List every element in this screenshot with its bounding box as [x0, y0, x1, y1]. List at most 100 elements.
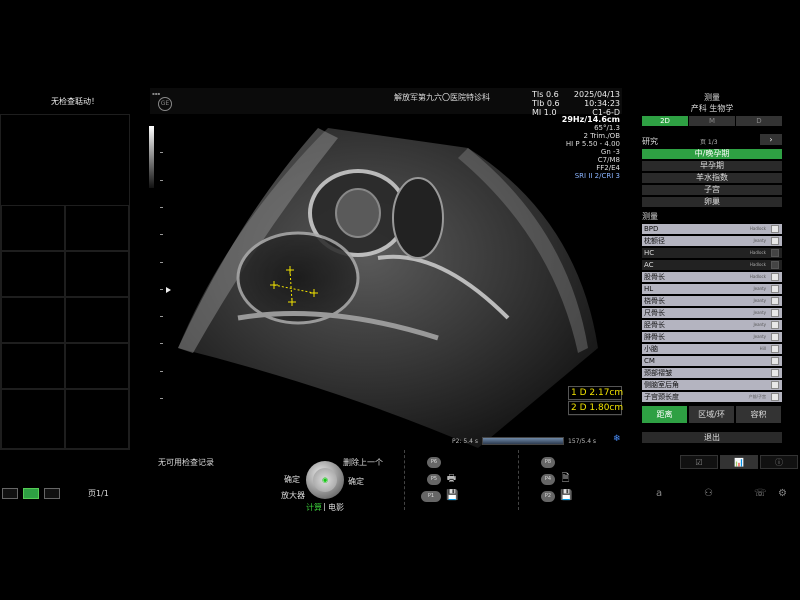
measure-checkbox[interactable]: [771, 297, 779, 305]
delete-prev-label[interactable]: 删除上一个: [343, 457, 383, 468]
p2-button[interactable]: P2: [541, 491, 555, 502]
calc-label[interactable]: 计算: [306, 502, 322, 513]
ultrasound-image[interactable]: [178, 128, 598, 448]
cine-scrollbar[interactable]: [482, 437, 564, 445]
measure-item-ac[interactable]: AC Hadlock: [642, 260, 782, 270]
patient-icon[interactable]: ⚇: [704, 488, 713, 499]
tab-d[interactable]: D: [736, 116, 782, 126]
cine-end: 157/5.4 s: [568, 438, 597, 445]
measure-checkbox[interactable]: [771, 333, 779, 341]
dual-view-button[interactable]: [23, 488, 39, 499]
save-icon[interactable]: 💾: [560, 490, 572, 501]
bottom-tabs: ☑ 📊 ⓘ: [680, 455, 799, 469]
measure-checkbox[interactable]: [771, 285, 779, 293]
measure-checkbox[interactable]: [771, 237, 779, 245]
measure-author: Jeanty: [753, 238, 766, 243]
page-indicator: 页1/1: [88, 489, 109, 498]
tab-m[interactable]: M: [689, 116, 735, 126]
measure-item-hc[interactable]: HC Hadlock: [642, 248, 782, 258]
volume-tool-button[interactable]: 容积: [736, 406, 781, 423]
save-icon[interactable]: 💾: [446, 490, 458, 501]
settings-icon[interactable]: ⚙: [778, 488, 787, 499]
measure-item[interactable]: 颈部褶皱: [642, 368, 782, 378]
cine-label[interactable]: 电影: [328, 502, 344, 513]
measure-item[interactable]: 桡骨长 Jeanty: [642, 296, 782, 306]
chart-icon[interactable]: 📊: [720, 455, 758, 469]
distance-tool-button[interactable]: 距离: [642, 406, 687, 423]
magnifier-label[interactable]: 放大器: [281, 490, 305, 501]
document-icon[interactable]: 🗎: [560, 473, 571, 484]
measure-author: Hadlock: [749, 262, 766, 267]
info-icon[interactable]: ⓘ: [760, 455, 798, 469]
p4-button[interactable]: P4: [541, 474, 555, 485]
p6-button[interactable]: P6: [427, 457, 441, 468]
measure-item[interactable]: 小脑 Hill: [642, 344, 782, 354]
study-item[interactable]: 卵巢: [642, 197, 782, 207]
voluson-logo: ▪▪▪ GE: [152, 91, 178, 111]
annotation-icon[interactable]: a: [656, 488, 662, 499]
depth-tick: [160, 398, 163, 399]
print-icon[interactable]: 🖶: [446, 473, 457, 484]
measure-item[interactable]: 腓骨长 Jeanty: [642, 332, 782, 342]
quad-view-button[interactable]: [44, 488, 60, 499]
measure-checkbox[interactable]: [771, 273, 779, 281]
measure-label: HC: [644, 249, 655, 257]
single-view-button[interactable]: [2, 488, 18, 499]
checklist-icon[interactable]: ☑: [680, 455, 718, 469]
logo-mark: ▪▪▪: [152, 91, 161, 96]
measure-item[interactable]: 枕额径 Jeanty: [642, 236, 782, 246]
thumbnail-cell[interactable]: [65, 389, 129, 449]
p1-button[interactable]: P1: [421, 491, 441, 502]
measure-checkbox[interactable]: [771, 357, 779, 365]
measure-item[interactable]: 尺骨长 Jeanty: [642, 308, 782, 318]
exit-button[interactable]: 退出: [642, 432, 782, 443]
mode-tabs: 2D M D: [642, 116, 782, 126]
study-item[interactable]: 早孕期: [642, 161, 782, 171]
measure-checkbox[interactable]: [771, 369, 779, 377]
p8-button[interactable]: P8: [541, 457, 555, 468]
measure-author: Jeanty: [753, 286, 766, 291]
thumbnail-cell[interactable]: [1, 343, 65, 389]
thumbnail-cell[interactable]: [1, 297, 65, 343]
measure-checkbox[interactable]: [771, 249, 779, 257]
measure-checkbox[interactable]: [771, 261, 779, 269]
measure-author: Jeanty: [753, 322, 766, 327]
confirm-right-label[interactable]: 确定: [348, 476, 364, 487]
tab-2d[interactable]: 2D: [642, 116, 688, 126]
measure-item[interactable]: 胫骨长 Jeanty: [642, 320, 782, 330]
measure-checkbox[interactable]: [771, 345, 779, 353]
measure-item[interactable]: 侧脑室后角: [642, 380, 782, 390]
measure-item[interactable]: 股骨长 Hadlock: [642, 272, 782, 282]
trackball-center[interactable]: ◉: [313, 468, 337, 492]
thumbnail-cell[interactable]: [1, 205, 65, 251]
study-item[interactable]: 子宫: [642, 185, 782, 195]
measure-checkbox[interactable]: [771, 393, 779, 401]
fetal-structure: [392, 177, 444, 259]
thumbnail-cell[interactable]: [65, 205, 129, 251]
confirm-left-label[interactable]: 确定: [284, 474, 300, 485]
thumbnail-cell[interactable]: [1, 389, 65, 449]
p5-button[interactable]: P5: [427, 474, 441, 485]
area-tool-button[interactable]: 区域/环: [689, 406, 734, 423]
next-page-button[interactable]: ›: [760, 134, 782, 145]
measure-checkbox[interactable]: [771, 309, 779, 317]
measure-checkbox[interactable]: [771, 381, 779, 389]
measure-item[interactable]: 子宫颈长度 产前/子宫: [642, 392, 782, 402]
thumbnail-cell[interactable]: [65, 251, 129, 297]
measure-item-bpd[interactable]: BPD Hadlock: [642, 224, 782, 234]
thumbnail-cell[interactable]: [65, 297, 129, 343]
measure-checkbox[interactable]: [771, 225, 779, 233]
measure-item-hl[interactable]: HL Jeanty: [642, 284, 782, 294]
study-page-indicator: 页 1/3: [700, 139, 718, 146]
mi-value: MI 1.0: [532, 108, 557, 117]
network-icon[interactable]: ☏: [754, 488, 767, 499]
depth-tick: [160, 262, 163, 263]
thumbnail-cell[interactable]: [1, 251, 65, 297]
freeze-snowflake-icon[interactable]: ❄: [613, 434, 621, 444]
measure-checkbox[interactable]: [771, 321, 779, 329]
study-item[interactable]: 中/晚孕期: [642, 149, 782, 159]
fetal-orbit: [335, 188, 381, 238]
study-item[interactable]: 羊水指数: [642, 173, 782, 183]
measure-item-cm[interactable]: CM: [642, 356, 782, 366]
thumbnail-cell[interactable]: [65, 343, 129, 389]
